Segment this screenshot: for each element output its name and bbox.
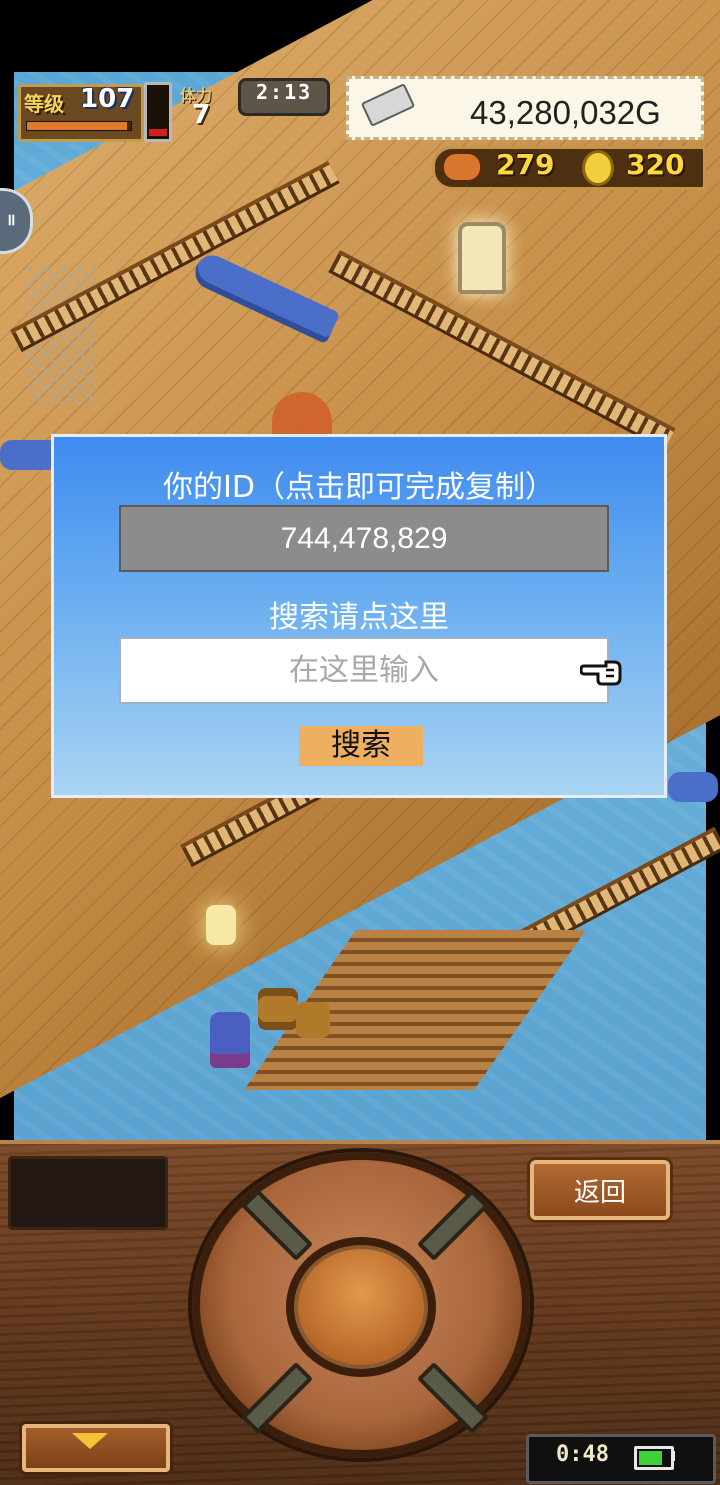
player-character [210, 1012, 250, 1068]
clock-panel [526, 1434, 716, 1484]
meat-count: 279 [496, 148, 555, 181]
coin-count: 320 [626, 148, 685, 181]
search-button[interactable]: 搜索 [299, 726, 423, 766]
clock-text: 0:48 [556, 1442, 609, 1467]
pointing-hand-icon [580, 660, 622, 686]
stamina-gauge-fill [149, 129, 167, 136]
triangle-down-icon [72, 1433, 108, 1449]
search-input[interactable] [119, 637, 609, 704]
stamina-value: 7 [192, 100, 211, 130]
timer-text: 2:13 [256, 80, 313, 104]
battery-tip [671, 1451, 675, 1461]
coin-icon [582, 150, 614, 186]
search-title: 搜索请点这里 [269, 600, 449, 635]
meat-icon [442, 152, 482, 182]
cannon [668, 772, 718, 802]
barrel [258, 988, 298, 1030]
exp-bar-fill [27, 122, 127, 130]
gold-value: 43,280,032G [470, 94, 661, 131]
id-value[interactable]: 744,478,829 [119, 522, 609, 556]
action-button[interactable] [286, 1237, 436, 1377]
pause-icon: ॥ [6, 210, 16, 229]
level-label: 等级 [24, 92, 64, 116]
barrel [296, 1002, 330, 1038]
id-title: 你的ID（点击即可完成复制） [163, 470, 555, 505]
battery-level [639, 1451, 662, 1465]
back-button[interactable]: 返回 [530, 1160, 670, 1220]
wall-lantern [206, 905, 236, 945]
deck-lamp [458, 222, 506, 294]
item-slot[interactable] [8, 1156, 168, 1230]
level-value: 107 [80, 84, 135, 114]
